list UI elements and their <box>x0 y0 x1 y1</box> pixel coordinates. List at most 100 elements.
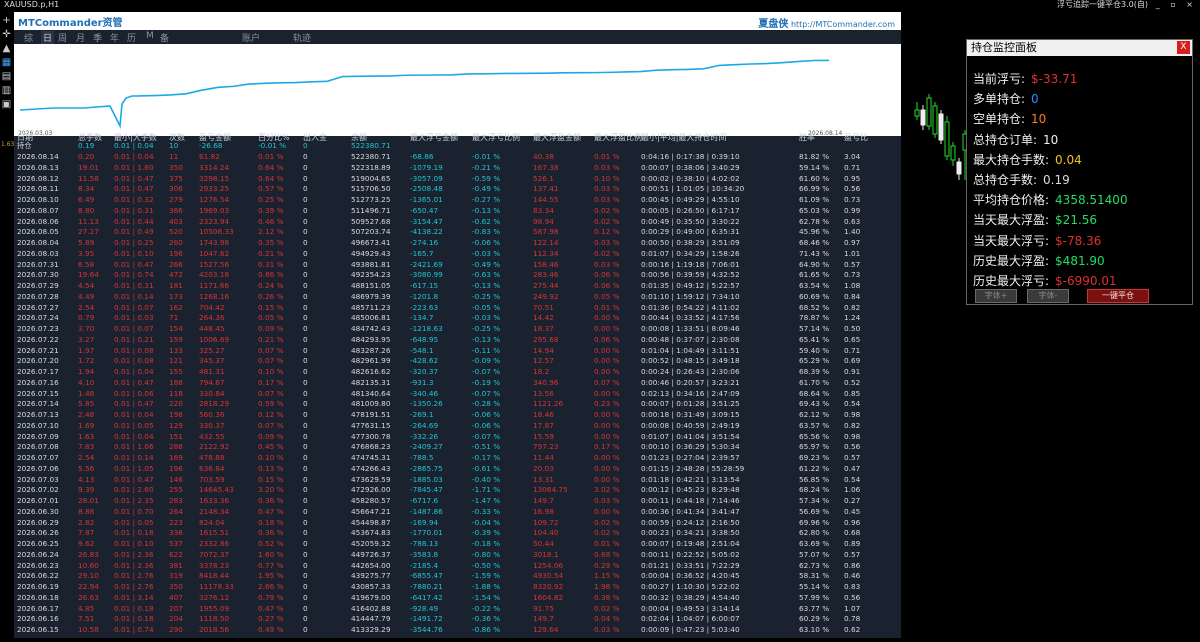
chart-mode-icon[interactable]: ▦ <box>1 58 12 68</box>
table-row[interactable]: 2026.07.21 1.97 0.01 | 0.08 133 325.27 0.07 %… <box>14 346 901 356</box>
mtc-link-url[interactable]: http://MTCommander.com <box>791 20 895 29</box>
table-row[interactable]: 2026.06.24 26.83 0.01 | 2.36 622 7072.37 1.60… <box>14 550 901 560</box>
table-row[interactable]: 2026.07.22 3.27 0.01 | 0.21 159 1006.69 0.21 … <box>14 335 901 345</box>
print-icon[interactable]: ▥ <box>1 86 12 96</box>
table-row[interactable]: 2026.07.02 9.39 0.01 | 2.60 255 14645.43 3.20… <box>14 485 901 495</box>
close-all-button[interactable]: 一键平仓 <box>1087 289 1149 303</box>
table-row[interactable]: 2026.06.25 9.62 0.01 | 0.10 537 2332.86 0.52 … <box>14 539 901 549</box>
cell-6: 0 <box>303 582 308 591</box>
cell-4: 1006.69 <box>199 334 230 344</box>
table-row[interactable]: 2026.06.18 26.63 0.01 | 3.14 407 3276.12 0.79… <box>14 593 901 603</box>
cell-6: 0 <box>303 377 308 387</box>
table-row[interactable]: 2026.07.14 5.85 0.01 | 0.47 220 2818.29 0.59 … <box>14 399 901 409</box>
cell-0: 2026.08.12 <box>17 173 59 183</box>
table-row[interactable]: 2026.06.16 7.51 0.01 | 0.18 204 1118.50 0.27 … <box>14 614 901 624</box>
holding-row[interactable]: 持仓 0.19 0.01 | 0.04 10 -26.68 -0.01 % 0 522380.… <box>14 141 901 151</box>
font-increase-button[interactable]: 字体+ <box>975 289 1017 303</box>
table-row[interactable]: 2026.08.14 0.20 0.01 | 0.04 11 61.82 0.01 % 0 5… <box>14 152 901 162</box>
tab-7[interactable]: M <box>146 31 154 41</box>
table-row[interactable]: 2026.07.15 1.48 0.01 | 0.06 118 330.84 0.07 %… <box>14 389 901 399</box>
table-row[interactable]: 2026.07.09 1.63 0.01 | 0.04 151 432.55 0.09 %… <box>14 432 901 442</box>
cell-1: 22.94 <box>78 582 99 591</box>
tab-3[interactable]: 月 <box>76 31 85 44</box>
table-row[interactable]: 2026.07.03 4.13 0.01 | 0.47 146 703.59 0.15 %… <box>14 475 901 485</box>
cell-5: 1.60 % <box>258 549 284 559</box>
cell-13: 63.10 % <box>799 625 830 634</box>
grid-icon[interactable]: ▤ <box>1 72 12 82</box>
table-row[interactable]: 2026.08.05 27.27 0.01 | 0.49 520 10506.33 2.1… <box>14 227 901 237</box>
table-row[interactable]: 2026.07.24 0.79 0.01 | 0.03 71 264.36 0.05 % 0… <box>14 313 901 323</box>
save-icon[interactable]: ▣ <box>1 100 12 110</box>
panel-close-button[interactable]: X <box>1177 41 1190 54</box>
table-row[interactable]: 2026.07.06 5.56 0.01 | 1.05 196 636.84 0.13 %… <box>14 464 901 474</box>
cell-6: 0 <box>303 195 308 204</box>
cell-12: 0:00:29 | 0:49:00 | 6:35:31 <box>641 227 740 237</box>
cell-4: 1955.09 <box>199 603 230 613</box>
cell-14: 0.91 <box>844 367 861 376</box>
table-row[interactable]: 2026.07.31 6.58 0.01 | 0.47 266 1527.56 0.31 … <box>14 260 901 270</box>
table-row[interactable]: 2026.08.04 5.89 0.01 | 0.25 260 1743.98 0.35 … <box>14 238 901 248</box>
table-row[interactable]: 2026.06.17 4.85 0.01 | 0.18 207 1955.09 0.47 … <box>14 604 901 614</box>
crosshair-icon[interactable]: ✛ <box>1 30 12 40</box>
window-controls[interactable]: _ ▫ × <box>1156 0 1197 10</box>
candle-body <box>950 145 956 161</box>
table-row[interactable]: 2026.08.11 8.34 0.01 | 0.47 306 2933.25 0.57 … <box>14 184 901 194</box>
cell-9: -0.63 % <box>472 270 501 280</box>
tab-5[interactable]: 年 <box>110 31 119 44</box>
cell-13: 65.97 % <box>799 442 830 452</box>
table-row[interactable]: 2026.08.06 11.13 0.01 | 0.44 403 2323.94 0.46… <box>14 217 901 227</box>
panel-row: 历史最大浮盈: $481.90 <box>973 252 1105 270</box>
tab-2[interactable]: 周 <box>58 31 67 44</box>
cell-8: -3057.09 <box>410 173 443 183</box>
cell-7: 453674.83 <box>351 528 391 538</box>
table-row[interactable]: 2026.06.29 2.82 0.01 | 0.05 223 824.04 0.18 %… <box>14 518 901 528</box>
table-row[interactable]: 2026.07.17 1.94 0.01 | 0.04 155 481.31 0.10 %… <box>14 367 901 377</box>
cell-0: 2026.06.30 <box>17 506 59 516</box>
table-row[interactable]: 2026.07.20 1.72 0.01 | 0.08 121 345.37 0.07 %… <box>14 356 901 366</box>
zoom-in-icon[interactable]: + <box>1 16 12 26</box>
table-row[interactable]: 2026.06.22 29.10 0.01 | 2.76 319 8418.44 1.95… <box>14 571 901 581</box>
table-row[interactable]: 2026.08.07 8.80 0.01 | 0.31 366 1969.03 0.39 … <box>14 206 901 216</box>
table-row[interactable]: 2026.07.29 4.54 0.01 | 0.31 181 1171.66 0.24 … <box>14 281 901 291</box>
table-row[interactable]: 2026.06.26 7.87 0.01 | 0.18 336 1615.51 0.36 … <box>14 528 901 538</box>
tab-6[interactable]: 历 <box>127 31 136 44</box>
table-row[interactable]: 2026.07.30 19.64 0.01 | 0.74 472 4203.18 0.86… <box>14 270 901 280</box>
cell-0: 2026.07.23 <box>17 324 59 333</box>
cell-0: 2026.06.29 <box>17 517 59 527</box>
tab-10[interactable]: 轨迹 <box>293 31 311 44</box>
cell-1: 4.85 <box>78 603 95 613</box>
font-decrease-button[interactable]: 字体- <box>1027 289 1069 303</box>
table-row[interactable]: 2026.07.16 4.10 0.01 | 0.47 188 794.67 0.17 %… <box>14 378 901 388</box>
table-row[interactable]: 2026.07.10 1.69 0.01 | 0.05 129 330.37 0.07 %… <box>14 421 901 431</box>
cell-7: 476868.23 <box>351 442 391 452</box>
table-row[interactable]: 2026.06.23 10.60 0.01 | 2.36 381 3378.23 0.77… <box>14 561 901 571</box>
mtc-link[interactable]: 夏盘侠 http://MTCommander.com <box>758 15 895 30</box>
table-row[interactable]: 2026.07.28 4.49 0.01 | 0.14 173 1268.16 0.26 … <box>14 292 901 302</box>
table-row[interactable]: 2026.07.08 7.83 0.01 | 1.06 288 2122.92 0.45 … <box>14 442 901 452</box>
table-row[interactable]: 2026.08.13 19.01 0.01 | 1.60 350 3314.24 0.64… <box>14 163 901 173</box>
table-row[interactable]: 2026.06.30 8.88 0.01 | 0.70 264 2148.34 0.47 … <box>14 507 901 517</box>
table-row[interactable]: 2026.07.27 2.54 0.01 | 0.07 162 704.42 0.15 %… <box>14 303 901 313</box>
table-row[interactable]: 2026.07.07 2.54 0.01 | 0.14 169 478.88 0.10 %… <box>14 453 901 463</box>
table-row[interactable]: 2026.06.15 10.58 0.01 | 0.74 290 2018.56 0.49… <box>14 625 901 635</box>
tab-1[interactable]: 日 <box>41 31 55 44</box>
table-row[interactable]: 2026.08.03 3.95 0.01 | 0.10 196 1047.62 0.21 … <box>14 249 901 259</box>
tab-0[interactable]: 综 <box>24 31 33 44</box>
mtc-link-cn[interactable]: 夏盘侠 <box>758 19 788 30</box>
tab-9[interactable]: 账户 <box>242 31 260 44</box>
tab-4[interactable]: 季 <box>93 31 102 44</box>
scroll-up-icon[interactable]: ▲ <box>1 44 12 54</box>
table-row[interactable]: 2026.07.01 28.01 0.01 | 2.35 283 1633.36 0.36… <box>14 496 901 506</box>
cell-11: 0.03 % <box>594 625 620 634</box>
table-row[interactable]: 2026.08.10 6.49 0.01 | 0.32 279 1276.54 0.25 … <box>14 195 901 205</box>
table-row[interactable]: 2026.07.13 2.48 0.01 | 0.04 198 560.36 0.12 %… <box>14 410 901 420</box>
cell-1: 7.51 <box>78 614 95 624</box>
table-row[interactable]: 2026.06.19 22.94 0.01 | 2.76 350 11178.33 2.6… <box>14 582 901 592</box>
cell-11: 0.03 % <box>594 162 620 172</box>
cell-8: -1491.72 <box>410 614 443 624</box>
table-row[interactable]: 2026.08.12 11.58 0.01 | 0.47 375 3298.15 0.64… <box>14 174 901 184</box>
cell-11: 0.00 % <box>594 463 620 473</box>
cell-11: 0.02 % <box>594 517 620 527</box>
table-row[interactable]: 2026.07.23 3.70 0.01 | 0.07 154 448.45 0.09 %… <box>14 324 901 334</box>
tab-8[interactable]: 备 <box>160 31 169 44</box>
